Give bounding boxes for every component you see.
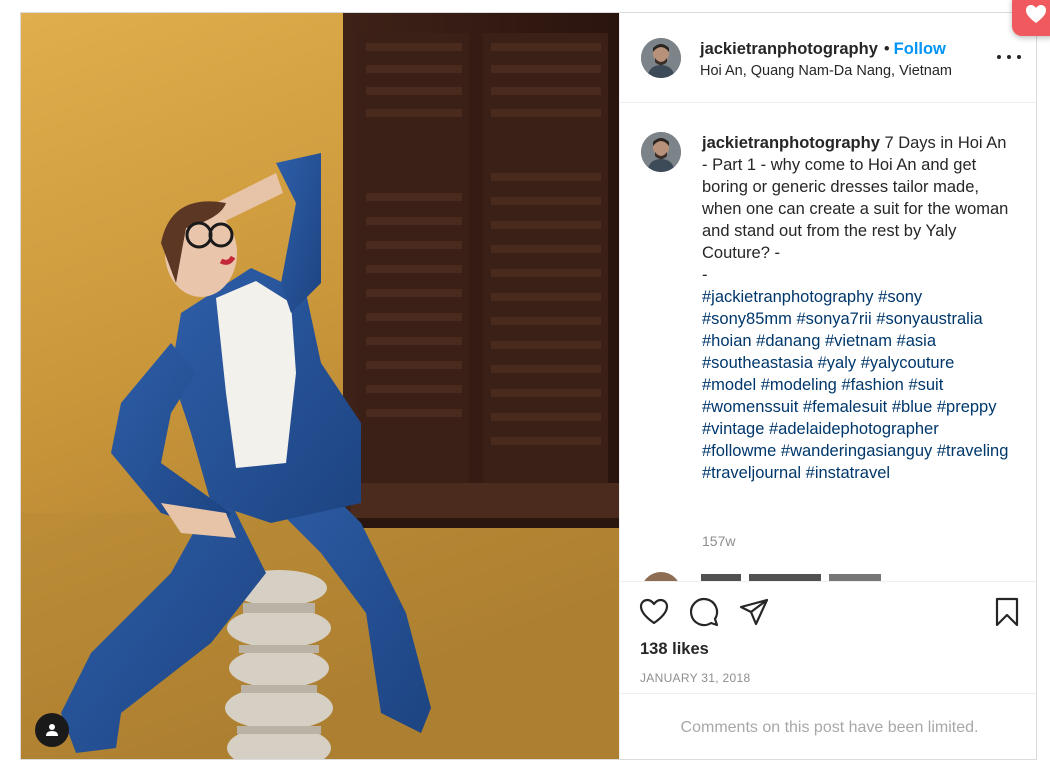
- caption-username[interactable]: jackietranphotography: [702, 134, 880, 152]
- hashtag-link[interactable]: #vintage: [702, 420, 764, 438]
- hashtag-link[interactable]: #asia: [897, 332, 936, 350]
- photo-illustration: [21, 13, 619, 759]
- three-dots-icon: [997, 55, 1021, 59]
- heart-filled-icon: [1026, 5, 1046, 23]
- hashtag-link[interactable]: #hoian: [702, 332, 752, 350]
- hashtag-link[interactable]: #suit: [908, 376, 943, 394]
- post-photo[interactable]: [21, 13, 619, 759]
- save-button[interactable]: [991, 596, 1023, 628]
- heart-outline-icon: [639, 598, 669, 625]
- page: jackietranphotography • Follow Hoi An, Qua…: [0, 0, 1050, 771]
- hashtag-link[interactable]: #followme: [702, 442, 776, 460]
- comments-scroll-area[interactable]: jackietranphotography 7 Days in Hoi An -…: [620, 104, 1036, 581]
- hashtag-link[interactable]: #sonya7rii: [796, 310, 871, 328]
- hashtag-link[interactable]: #danang: [756, 332, 820, 350]
- hashtag-link[interactable]: #wanderingasianguy: [781, 442, 932, 460]
- more-options-button[interactable]: [997, 51, 1021, 63]
- post-header: jackietranphotography • Follow Hoi An, Qua…: [620, 13, 1036, 103]
- share-button[interactable]: [738, 596, 770, 628]
- hashtag-link[interactable]: #yalycouture: [861, 354, 955, 372]
- tagged-users-button[interactable]: [35, 713, 69, 747]
- caption-avatar[interactable]: [641, 132, 681, 172]
- caption-dash: -: [702, 266, 708, 284]
- post-side-panel: jackietranphotography • Follow Hoi An, Qua…: [619, 13, 1036, 759]
- caption-body: 7 Days in Hoi An - Part 1 - why come to …: [702, 134, 1009, 262]
- hashtag-link[interactable]: #sony: [878, 288, 922, 306]
- author-username[interactable]: jackietranphotography: [700, 40, 878, 58]
- comments-footer: Comments on this post have been limited.: [620, 693, 1036, 759]
- hashtag-link[interactable]: #fashion: [841, 376, 903, 394]
- hashtag-link[interactable]: #model: [702, 376, 756, 394]
- hashtag-link[interactable]: #vietnam: [825, 332, 892, 350]
- next-comment-peek: [641, 570, 1021, 581]
- hashtag-link[interactable]: #womenssuit: [702, 398, 798, 416]
- like-button[interactable]: [638, 596, 670, 628]
- hashtag-link[interactable]: #traveling: [937, 442, 1009, 460]
- person-icon: [46, 724, 58, 736]
- floating-heart-button[interactable]: [1012, 0, 1050, 36]
- hashtag-link[interactable]: #adelaidephotographer: [769, 420, 939, 438]
- hashtag-link[interactable]: #traveljournal: [702, 464, 801, 482]
- hashtag-link[interactable]: #yaly: [818, 354, 857, 372]
- hashtag-link[interactable]: #sony85mm: [702, 310, 792, 328]
- post-date: JANUARY 31, 2018: [640, 671, 751, 685]
- hashtag-link[interactable]: #sonyaustralia: [876, 310, 982, 328]
- post-caption: jackietranphotography 7 Days in Hoi An -…: [702, 132, 1012, 484]
- post-age[interactable]: 157w: [702, 533, 735, 549]
- avatar-image: [641, 38, 681, 78]
- paper-plane-icon: [739, 598, 769, 626]
- author-avatar[interactable]: [641, 38, 681, 78]
- hashtag-link[interactable]: #southeastasia: [702, 354, 813, 372]
- hashtag-link[interactable]: #blue: [892, 398, 932, 416]
- hashtag-link[interactable]: #preppy: [937, 398, 997, 416]
- post-location[interactable]: Hoi An, Quang Nam-Da Nang, Vietnam: [700, 63, 952, 79]
- post-card: jackietranphotography • Follow Hoi An, Qua…: [20, 12, 1037, 760]
- comment-text-peek: [701, 574, 881, 581]
- separator-dot: •: [883, 40, 890, 58]
- speech-bubble-icon: [690, 598, 719, 627]
- hashtag-link[interactable]: #jackietranphotography: [702, 288, 874, 306]
- comment-avatar: [641, 572, 681, 581]
- avatar-image: [641, 132, 681, 172]
- post-actions: 138 likes JANUARY 31, 2018: [620, 581, 1036, 693]
- author-line: jackietranphotography • Follow: [700, 40, 946, 59]
- hashtag-list: #jackietranphotography #sony #sony85mm #…: [702, 288, 1008, 482]
- comment-button[interactable]: [688, 596, 720, 628]
- likes-count[interactable]: 138 likes: [640, 640, 709, 659]
- comments-limited-notice: Comments on this post have been limited.: [680, 718, 979, 736]
- follow-button[interactable]: Follow: [894, 40, 946, 58]
- hashtag-link[interactable]: #modeling: [761, 376, 837, 394]
- hashtag-link[interactable]: #femalesuit: [803, 398, 887, 416]
- hashtag-link[interactable]: #instatravel: [806, 464, 890, 482]
- bookmark-icon: [995, 597, 1019, 627]
